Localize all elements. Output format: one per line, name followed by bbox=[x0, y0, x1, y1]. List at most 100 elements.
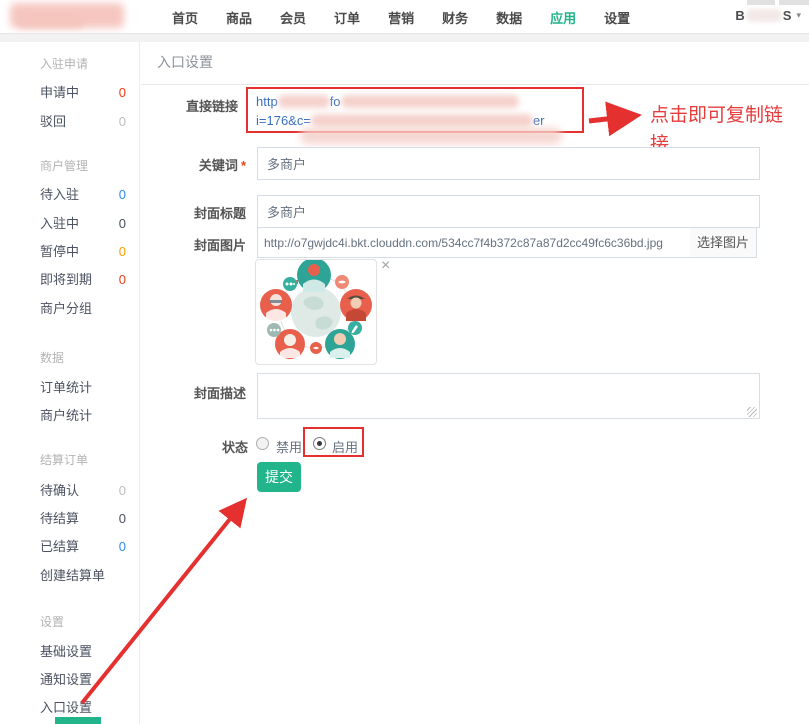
choose-image-button[interactable]: 选择图片 bbox=[690, 227, 757, 258]
cover-image-label: 封面图片 bbox=[186, 235, 246, 254]
sidebar-item-count: 0 bbox=[119, 482, 126, 500]
sidebar: 入驻申请 申请中 0 驳回 0 商户管理 待入驻 0 入驻中 0 暂停中 0 即… bbox=[0, 42, 140, 724]
sidebar-item-basic-settings[interactable]: 基础设置 bbox=[40, 643, 126, 661]
sidebar-item-create-settlement[interactable]: 创建结算单 bbox=[40, 567, 126, 585]
cover-desc-label: 封面描述 bbox=[186, 383, 246, 402]
sidebar-section-merchants: 商户管理 bbox=[40, 158, 88, 174]
browser-edge-artifact bbox=[747, 0, 775, 5]
status-radio-disabled-label[interactable]: 禁用 bbox=[276, 437, 302, 456]
sidebar-item-label: 即将到期 bbox=[40, 272, 92, 287]
sidebar-item-to-settle[interactable]: 待结算 0 bbox=[40, 510, 126, 528]
status-radio-disabled[interactable] bbox=[256, 437, 269, 450]
nav-item-settings[interactable]: 设置 bbox=[604, 8, 630, 27]
sidebar-item-merchant-groups[interactable]: 商户分组 bbox=[40, 300, 126, 318]
sidebar-item-pending-entry[interactable]: 待入驻 0 bbox=[40, 186, 126, 204]
user-menu[interactable]: B S ▾ bbox=[735, 8, 801, 23]
sidebar-item-count: 0 bbox=[119, 538, 126, 556]
cover-image-url-input[interactable] bbox=[257, 227, 691, 258]
top-navbar: 首页 商品 会员 订单 营销 财务 数据 应用 设置 B S ▾ bbox=[0, 0, 809, 33]
user-name-redacted-blur bbox=[746, 9, 782, 22]
status-label: 状态 bbox=[208, 437, 248, 456]
sidebar-active-indicator bbox=[55, 717, 101, 724]
textarea-resize-handle[interactable] bbox=[747, 407, 757, 417]
nav-item-members[interactable]: 会员 bbox=[280, 8, 306, 27]
sidebar-item-label: 待入驻 bbox=[40, 187, 79, 202]
chevron-down-icon: ▾ bbox=[796, 10, 801, 21]
sidebar-section-settlement: 结算订单 bbox=[40, 452, 88, 468]
sidebar-item-count: 0 bbox=[119, 271, 126, 289]
sidebar-item-count: 0 bbox=[119, 113, 126, 131]
keyword-input[interactable] bbox=[257, 147, 760, 180]
remove-image-icon[interactable]: × bbox=[381, 258, 390, 274]
nav-item-finance[interactable]: 财务 bbox=[442, 8, 468, 27]
sidebar-item-expiring[interactable]: 即将到期 0 bbox=[40, 271, 126, 289]
link-text: i=176&c= bbox=[256, 111, 311, 130]
user-name-suffix: S bbox=[783, 8, 792, 23]
keyword-label-text: 关键词 bbox=[199, 158, 238, 173]
sidebar-item-label: 待确认 bbox=[40, 483, 79, 498]
sidebar-item-applying[interactable]: 申请中 0 bbox=[40, 84, 126, 102]
redacted-blur bbox=[311, 114, 533, 127]
cover-desc-textarea[interactable] bbox=[257, 373, 760, 419]
globe-people-illustration bbox=[256, 260, 376, 364]
sidebar-item-paused[interactable]: 暂停中 0 bbox=[40, 243, 126, 261]
redacted-blur bbox=[341, 95, 519, 108]
sidebar-item-label: 商户分组 bbox=[40, 301, 92, 316]
sidebar-item-order-stats[interactable]: 订单统计 bbox=[40, 379, 126, 397]
sidebar-item-to-confirm[interactable]: 待确认 0 bbox=[40, 482, 126, 500]
sidebar-item-label: 订单统计 bbox=[40, 380, 92, 395]
sidebar-item-label: 创建结算单 bbox=[40, 568, 105, 583]
sidebar-item-count: 0 bbox=[119, 510, 126, 528]
sidebar-item-label: 待结算 bbox=[40, 511, 79, 526]
sidebar-section-apply: 入驻申请 bbox=[40, 56, 88, 72]
sidebar-item-count: 0 bbox=[119, 243, 126, 261]
direct-link-line1: http fo bbox=[256, 92, 574, 111]
sidebar-item-merchant-stats[interactable]: 商户统计 bbox=[40, 407, 126, 425]
link-text: fo bbox=[330, 92, 341, 111]
arrow-to-copy-hint bbox=[589, 116, 632, 121]
nav-item-apps-active[interactable]: 应用 bbox=[550, 8, 576, 27]
cover-title-label: 封面标题 bbox=[186, 203, 246, 222]
header-divider-strip bbox=[0, 33, 809, 42]
sidebar-item-label: 入驻中 bbox=[40, 216, 79, 231]
cover-title-input[interactable] bbox=[257, 195, 760, 228]
sidebar-item-in-entry[interactable]: 入驻中 0 bbox=[40, 215, 126, 233]
status-radio-enabled-label[interactable]: 启用 bbox=[332, 437, 358, 456]
sidebar-item-count: 0 bbox=[119, 186, 126, 204]
sidebar-item-label: 通知设置 bbox=[40, 672, 92, 687]
sidebar-item-settled[interactable]: 已结算 0 bbox=[40, 538, 126, 556]
status-radio-enabled[interactable] bbox=[313, 437, 326, 450]
nav-item-orders[interactable]: 订单 bbox=[334, 8, 360, 27]
sidebar-item-label: 驳回 bbox=[40, 114, 66, 129]
sidebar-section-settings: 设置 bbox=[40, 614, 64, 630]
direct-link-box[interactable]: http fo i=176&c= er bbox=[246, 87, 584, 133]
main-nav: 首页 商品 会员 订单 营销 财务 数据 应用 设置 bbox=[172, 8, 630, 27]
nav-item-marketing[interactable]: 营销 bbox=[388, 8, 414, 27]
keyword-label: 关键词* bbox=[186, 155, 246, 174]
nav-item-products[interactable]: 商品 bbox=[226, 8, 252, 27]
app-window: 首页 商品 会员 订单 营销 财务 数据 应用 设置 B S ▾ 入驻申请 申请… bbox=[0, 0, 809, 724]
direct-link-label: 直接链接 bbox=[178, 96, 238, 115]
cover-image-preview bbox=[255, 259, 377, 365]
nav-item-home[interactable]: 首页 bbox=[172, 8, 198, 27]
logo-redacted-blur bbox=[18, 17, 84, 28]
title-divider bbox=[141, 84, 809, 85]
redacted-blur bbox=[300, 128, 562, 144]
sidebar-item-count: 0 bbox=[119, 84, 126, 102]
sidebar-section-data: 数据 bbox=[40, 350, 64, 366]
sidebar-item-rejected[interactable]: 驳回 0 bbox=[40, 113, 126, 131]
required-asterisk: * bbox=[241, 158, 246, 173]
browser-edge-artifact bbox=[779, 0, 809, 5]
sidebar-item-label: 基础设置 bbox=[40, 644, 92, 659]
nav-item-data[interactable]: 数据 bbox=[496, 8, 522, 27]
sidebar-item-notify-settings[interactable]: 通知设置 bbox=[40, 671, 126, 689]
sidebar-item-label: 暂停中 bbox=[40, 244, 79, 259]
user-name-prefix: B bbox=[735, 8, 744, 23]
redacted-blur bbox=[278, 95, 330, 108]
page-title: 入口设置 bbox=[157, 52, 213, 72]
sidebar-item-entry-settings[interactable]: 入口设置 bbox=[40, 699, 126, 717]
submit-button[interactable]: 提交 bbox=[257, 462, 301, 492]
link-text: http bbox=[256, 92, 278, 111]
sidebar-item-label: 入口设置 bbox=[40, 700, 92, 715]
sidebar-item-label: 商户统计 bbox=[40, 408, 92, 423]
